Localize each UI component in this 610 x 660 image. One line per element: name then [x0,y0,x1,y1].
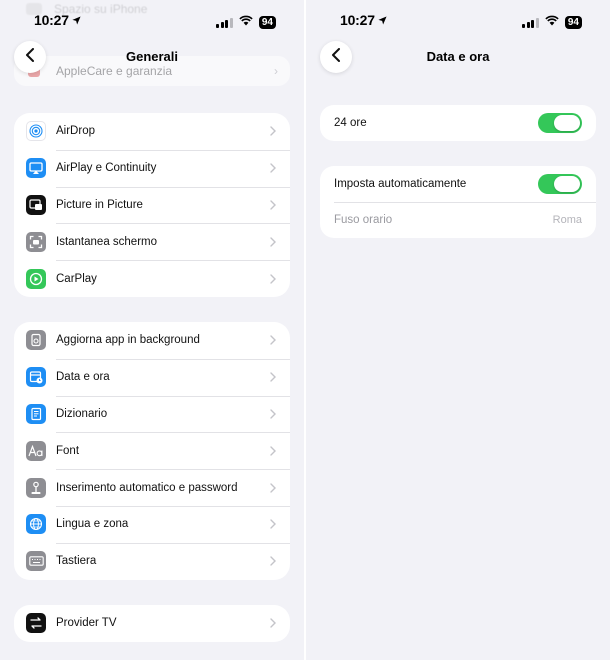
date-time-screen: 10:27 94 Data e ora 24 ore Imposta autom… [306,0,610,660]
status-time: 10:27 [34,12,81,28]
wifi-icon [239,13,253,31]
screenshot-icon [26,231,46,252]
cellular-signal-icon [216,17,233,28]
chevron-right-icon [270,163,276,173]
chevron-right-icon [270,482,276,493]
settings-row-label: Provider TV [56,617,117,630]
settings-group-system: Aggiorna app in background Data e ora Di… [14,322,290,580]
font-icon [26,440,46,461]
status-bar: 10:27 94 [306,0,610,40]
auto-time-group: Imposta automaticamente Fuso orario Roma [320,166,596,238]
picture-in-picture-icon [26,194,46,215]
setting-time-zone: Fuso orario Roma [320,202,596,238]
settings-group-tv: Provider TV [14,605,290,642]
chevron-right-icon [270,372,276,382]
globe-icon [26,514,46,535]
settings-row-tv-provider[interactable]: Provider TV [14,605,290,642]
time-zone-label: Fuso orario [334,214,393,226]
settings-row-picture-in-picture[interactable]: Picture in Picture [14,186,290,224]
toggle-set-automatically[interactable] [538,174,582,194]
settings-row-label: Istantanea schermo [56,235,158,248]
settings-row-label: Data e ora [56,371,110,384]
wifi-icon [545,13,559,31]
settings-row-label: Inserimento automatico e password [56,481,238,494]
settings-row-dictionary[interactable]: Dizionario [14,395,290,433]
settings-row-airdrop[interactable]: AirDrop [14,113,290,150]
airplay-icon [26,158,46,179]
carplay-icon [26,268,46,289]
toggle-24-hour[interactable] [538,113,582,133]
chevron-right-icon [270,335,276,346]
chevron-right-icon [270,618,276,629]
chevron-right-icon [270,237,276,247]
settings-row-autofill-passwords[interactable]: Inserimento automatico e password [14,469,290,506]
settings-row-label: CarPlay [56,272,97,285]
setting-set-automatically-label: Imposta automaticamente [334,178,467,190]
settings-row-keyboard[interactable]: Tastiera [14,542,290,580]
settings-row-label: Picture in Picture [56,198,143,211]
airdrop-icon [26,121,46,142]
status-time-text: 10:27 [340,12,375,28]
settings-row-font[interactable]: Font [14,432,290,469]
settings-row-label: Aggiorna app in background [56,334,200,347]
chevron-right-icon [270,200,276,210]
setting-24-hour: 24 ore [320,105,596,141]
settings-row-date-time[interactable]: Data e ora [14,358,290,396]
calendar-clock-icon [26,367,46,388]
battery-indicator: 94 [564,15,582,29]
chevron-right-icon [270,519,276,530]
settings-row-label: Tastiera [56,555,97,568]
settings-row-label: AirPlay e Continuity [56,162,157,175]
settings-row-label: Font [56,444,80,457]
status-bar: 10:27 94 [0,0,304,40]
chevron-right-icon [270,273,276,284]
general-settings-screen: Spazio su iPhone 10:27 94 AppleCare e ga… [0,0,304,660]
settings-group-sharing: AirDrop AirPlay e Continuity Picture in … [14,113,290,297]
chevron-right-icon [270,409,276,419]
dictionary-icon [26,403,46,424]
navigation-bar: Generali [0,40,304,76]
keyboard-icon [26,551,46,572]
time-zone-value: Roma [552,214,582,226]
background-refresh-icon [26,330,46,351]
status-time: 10:27 [340,12,387,28]
toggle-knob [554,176,580,192]
toggle-knob [554,115,580,131]
settings-row-label: Lingua e zona [56,518,129,531]
location-arrow-icon [378,12,387,28]
settings-row-screenshot[interactable]: Istantanea schermo [14,223,290,260]
navigation-bar: Data e ora [306,40,610,76]
settings-row-airplay[interactable]: AirPlay e Continuity [14,149,290,187]
page-title: Generali [125,49,179,64]
setting-set-automatically: Imposta automaticamente [320,166,596,202]
page-title: Data e ora [426,49,490,64]
settings-row-carplay[interactable]: CarPlay [14,260,290,297]
settings-row-background-refresh[interactable]: Aggiorna app in background [14,322,290,359]
chevron-right-icon [270,126,276,137]
status-time-text: 10:27 [34,12,69,28]
settings-row-language-region[interactable]: Lingua e zona [14,505,290,543]
cellular-signal-icon [522,17,539,28]
autofill-password-icon [26,477,46,498]
chevron-right-icon [270,556,276,566]
settings-row-label: Dizionario [56,407,108,420]
settings-row-label: AirDrop [56,125,95,138]
location-arrow-icon [72,12,81,28]
chevron-right-icon [270,446,276,456]
time-format-group: 24 ore [320,105,596,141]
setting-24-hour-label: 24 ore [334,117,367,129]
tv-provider-icon [26,613,46,634]
battery-indicator: 94 [258,15,276,29]
